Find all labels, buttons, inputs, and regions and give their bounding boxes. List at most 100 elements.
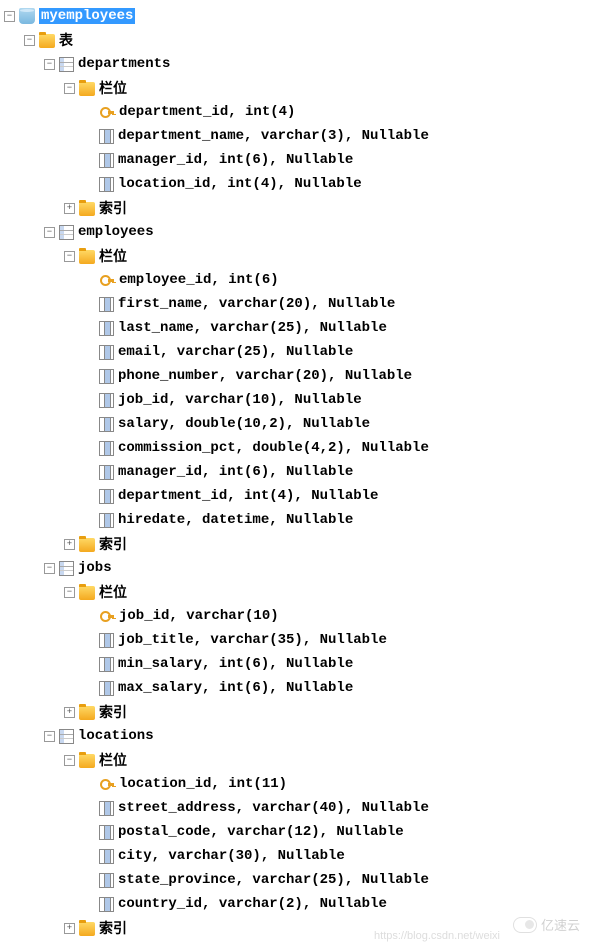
column-icon bbox=[99, 657, 114, 672]
table-icon bbox=[59, 57, 74, 72]
column-icon bbox=[99, 873, 114, 888]
tree-node-column[interactable]: commission_pct, double(4,2), Nullable bbox=[4, 436, 586, 460]
tree-node-column[interactable]: job_id, varchar(10) bbox=[4, 604, 586, 628]
watermark: 亿速云 bbox=[513, 915, 580, 934]
column-def: salary, double(10,2), Nullable bbox=[118, 416, 370, 432]
folder-icon bbox=[79, 250, 95, 264]
tree-node-index-folder[interactable]: 索引 bbox=[4, 700, 586, 724]
tree-node-column[interactable]: postal_code, varchar(12), Nullable bbox=[4, 820, 586, 844]
tree-node-table-employees[interactable]: employees bbox=[4, 220, 586, 244]
column-icon bbox=[99, 489, 114, 504]
tree-node-columns-folder[interactable]: 栏位 bbox=[4, 76, 586, 100]
tree-node-columns-folder[interactable]: 栏位 bbox=[4, 244, 586, 268]
collapse-icon[interactable] bbox=[4, 11, 15, 22]
column-def: job_id, varchar(10) bbox=[119, 608, 279, 624]
database-icon bbox=[19, 8, 35, 24]
index-label: 索引 bbox=[99, 702, 127, 722]
tree-node-column[interactable]: country_id, varchar(2), Nullable bbox=[4, 892, 586, 916]
column-def: job_title, varchar(35), Nullable bbox=[118, 632, 387, 648]
collapse-icon[interactable] bbox=[64, 83, 75, 94]
tree-node-column[interactable]: location_id, int(11) bbox=[4, 772, 586, 796]
folder-icon bbox=[79, 538, 95, 552]
index-label: 索引 bbox=[99, 198, 127, 218]
primary-key-icon bbox=[99, 776, 115, 792]
column-def: hiredate, datetime, Nullable bbox=[118, 512, 353, 528]
column-def: department_id, int(4) bbox=[119, 104, 295, 120]
tree-node-tables-folder[interactable]: 表 bbox=[4, 28, 586, 52]
tree-node-column[interactable]: email, varchar(25), Nullable bbox=[4, 340, 586, 364]
tree-node-column[interactable]: city, varchar(30), Nullable bbox=[4, 844, 586, 868]
primary-key-icon bbox=[99, 104, 115, 120]
column-icon bbox=[99, 129, 114, 144]
tree-node-column[interactable]: state_province, varchar(25), Nullable bbox=[4, 868, 586, 892]
column-def: location_id, int(11) bbox=[119, 776, 287, 792]
table-label: departments bbox=[78, 56, 170, 72]
column-icon bbox=[99, 681, 114, 696]
folder-icon bbox=[79, 754, 95, 768]
collapse-icon[interactable] bbox=[44, 59, 55, 70]
column-def: first_name, varchar(20), Nullable bbox=[118, 296, 395, 312]
tree-node-column[interactable]: job_id, varchar(10), Nullable bbox=[4, 388, 586, 412]
tree-node-column[interactable]: last_name, varchar(25), Nullable bbox=[4, 316, 586, 340]
column-icon bbox=[99, 297, 114, 312]
expand-icon[interactable] bbox=[64, 923, 75, 934]
tree-node-table-jobs[interactable]: jobs bbox=[4, 556, 586, 580]
tree-node-column[interactable]: department_id, int(4), Nullable bbox=[4, 484, 586, 508]
collapse-icon[interactable] bbox=[64, 587, 75, 598]
collapse-icon[interactable] bbox=[44, 227, 55, 238]
column-icon bbox=[99, 801, 114, 816]
table-label: jobs bbox=[78, 560, 112, 576]
table-icon bbox=[59, 225, 74, 240]
column-def: department_id, int(4), Nullable bbox=[118, 488, 378, 504]
tree-node-column[interactable]: hiredate, datetime, Nullable bbox=[4, 508, 586, 532]
tree-node-database[interactable]: myemployees bbox=[4, 4, 586, 28]
column-def: location_id, int(4), Nullable bbox=[118, 176, 362, 192]
database-label[interactable]: myemployees bbox=[39, 8, 135, 24]
columns-label: 栏位 bbox=[99, 750, 127, 770]
column-def: postal_code, varchar(12), Nullable bbox=[118, 824, 404, 840]
column-def: city, varchar(30), Nullable bbox=[118, 848, 345, 864]
collapse-icon[interactable] bbox=[64, 755, 75, 766]
folder-icon bbox=[79, 82, 95, 96]
tree-node-column[interactable]: department_id, int(4) bbox=[4, 100, 586, 124]
tree-node-column[interactable]: first_name, varchar(20), Nullable bbox=[4, 292, 586, 316]
tree-node-column[interactable]: employee_id, int(6) bbox=[4, 268, 586, 292]
column-def: country_id, varchar(2), Nullable bbox=[118, 896, 387, 912]
tree-node-column[interactable]: manager_id, int(6), Nullable bbox=[4, 460, 586, 484]
column-def: job_id, varchar(10), Nullable bbox=[118, 392, 362, 408]
tree-node-columns-folder[interactable]: 栏位 bbox=[4, 580, 586, 604]
tree-node-index-folder[interactable]: 索引 bbox=[4, 196, 586, 220]
column-icon bbox=[99, 393, 114, 408]
tree-node-table-locations[interactable]: locations bbox=[4, 724, 586, 748]
collapse-icon[interactable] bbox=[44, 563, 55, 574]
tree-node-column[interactable]: manager_id, int(6), Nullable bbox=[4, 148, 586, 172]
collapse-icon[interactable] bbox=[24, 35, 35, 46]
column-def: commission_pct, double(4,2), Nullable bbox=[118, 440, 429, 456]
expand-icon[interactable] bbox=[64, 707, 75, 718]
table-label: locations bbox=[78, 728, 154, 744]
tree-node-column[interactable]: job_title, varchar(35), Nullable bbox=[4, 628, 586, 652]
expand-icon[interactable] bbox=[64, 539, 75, 550]
collapse-icon[interactable] bbox=[44, 731, 55, 742]
tree-node-column[interactable]: phone_number, varchar(20), Nullable bbox=[4, 364, 586, 388]
column-def: min_salary, int(6), Nullable bbox=[118, 656, 353, 672]
columns-label: 栏位 bbox=[99, 78, 127, 98]
column-icon bbox=[99, 441, 114, 456]
watermark-url: https://blog.csdn.net/weixi bbox=[374, 930, 500, 942]
tree-node-column[interactable]: street_address, varchar(40), Nullable bbox=[4, 796, 586, 820]
tree-node-columns-folder[interactable]: 栏位 bbox=[4, 748, 586, 772]
tree-node-index-folder[interactable]: 索引 bbox=[4, 532, 586, 556]
tree-node-table-departments[interactable]: departments bbox=[4, 52, 586, 76]
column-def: last_name, varchar(25), Nullable bbox=[118, 320, 387, 336]
column-def: state_province, varchar(25), Nullable bbox=[118, 872, 429, 888]
tree-node-column[interactable]: salary, double(10,2), Nullable bbox=[4, 412, 586, 436]
expand-icon[interactable] bbox=[64, 203, 75, 214]
tree-node-column[interactable]: max_salary, int(6), Nullable bbox=[4, 676, 586, 700]
column-def: phone_number, varchar(20), Nullable bbox=[118, 368, 412, 384]
tree-node-column[interactable]: location_id, int(4), Nullable bbox=[4, 172, 586, 196]
tree-node-column[interactable]: min_salary, int(6), Nullable bbox=[4, 652, 586, 676]
collapse-icon[interactable] bbox=[64, 251, 75, 262]
column-icon bbox=[99, 897, 114, 912]
tree-node-column[interactable]: department_name, varchar(3), Nullable bbox=[4, 124, 586, 148]
folder-icon bbox=[79, 922, 95, 936]
